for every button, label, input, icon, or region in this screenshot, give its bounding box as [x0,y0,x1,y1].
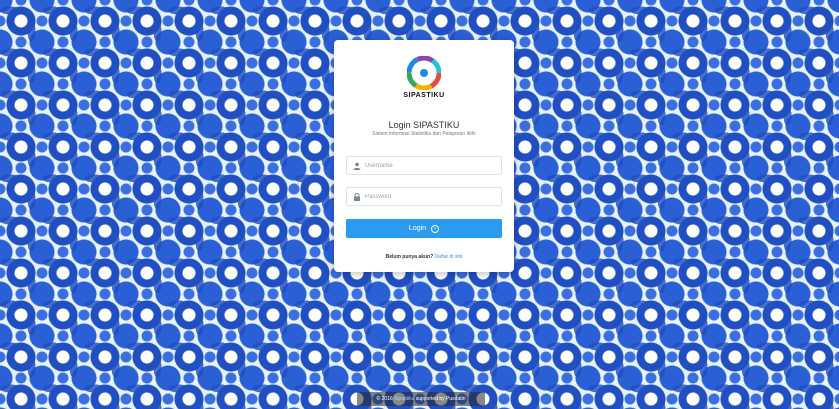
copyright-bar: © 2016 Sipastiku supported by Pusdatin [357,392,485,406]
page-subtitle: Sistem Informasi Statistika dan Pelapora… [372,131,476,137]
register-prompt: Belum punya akun? Daftar di sini [334,254,514,260]
user-icon [353,162,361,170]
copyright-prefix: © 2016 [376,396,395,402]
copyright-link[interactable]: Sipastiku [394,396,414,402]
username-field[interactable] [346,156,502,175]
password-field[interactable] [346,187,502,206]
sipastiku-logo-icon [407,56,441,90]
login-card: SIPASTIKU Login SIPASTIKU Sistem Informa… [334,40,514,272]
arrow-circle-right-icon: › [431,224,440,233]
password-input[interactable] [365,190,495,203]
username-input[interactable] [365,159,495,172]
register-prompt-text: Belum punya akun? [385,254,434,260]
login-button-label: Login [408,225,427,232]
page-title: Login SIPASTIKU [388,120,460,130]
register-link[interactable]: Daftar di sini [435,254,463,260]
lock-icon [354,193,360,201]
brand-name: SIPASTIKU [403,92,445,99]
login-button[interactable]: Login › [346,219,502,238]
copyright-suffix: supported by Pusdatin [414,396,466,402]
